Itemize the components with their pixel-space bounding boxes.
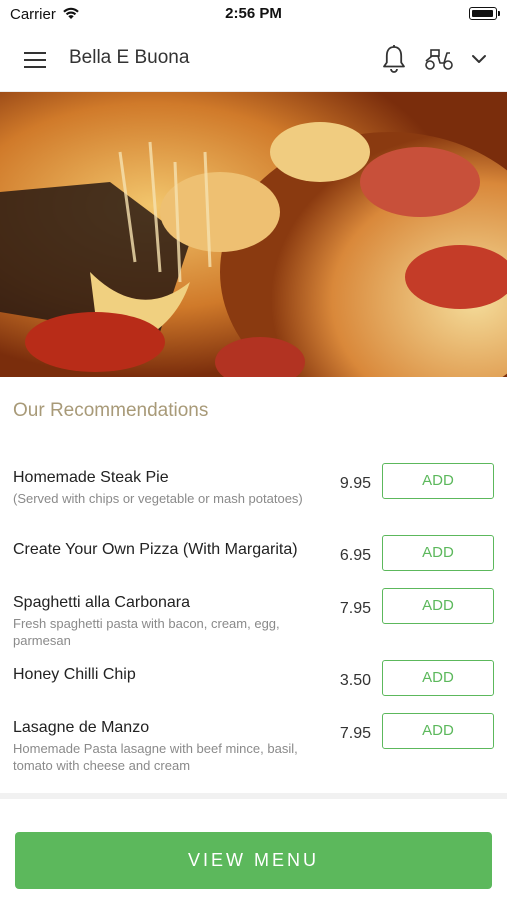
- add-button[interactable]: ADD: [382, 588, 494, 624]
- item-description: Fresh spaghetti pasta with bacon, cream,…: [13, 616, 280, 648]
- item-price: 3.50: [339, 672, 371, 689]
- item-price: 6.95: [339, 547, 371, 564]
- hero-pizza-image: [0, 92, 507, 377]
- item-description: (Served with chips or vegetable or mash …: [13, 491, 303, 506]
- status-bar: Carrier 2:56 PM: [0, 0, 507, 28]
- divider: [0, 793, 507, 799]
- item-price: 7.95: [339, 600, 371, 617]
- scooter-icon[interactable]: [423, 45, 455, 73]
- item-name: Spaghetti alla Carbonara: [13, 594, 191, 611]
- clock-time: 2:56 PM: [225, 5, 282, 22]
- recommendations-heading: Our Recommendations: [13, 400, 209, 421]
- item-price: 7.95: [339, 725, 371, 742]
- add-button[interactable]: ADD: [382, 660, 494, 696]
- item-name: Homemade Steak Pie: [13, 469, 169, 486]
- chevron-down-icon[interactable]: [468, 48, 490, 70]
- add-button[interactable]: ADD: [382, 535, 494, 571]
- bell-icon[interactable]: [380, 44, 408, 74]
- item-name: Lasagne de Manzo: [13, 719, 150, 736]
- app-header: Bella E Buona: [0, 28, 507, 92]
- item-description: Homemade Pasta lasagne with beef mince, …: [13, 741, 298, 773]
- add-button[interactable]: ADD: [382, 713, 494, 749]
- view-menu-button[interactable]: VIEW MENU: [15, 832, 492, 889]
- add-button[interactable]: ADD: [382, 463, 494, 499]
- battery-icon: [469, 7, 500, 20]
- restaurant-title: Bella E Buona: [69, 47, 190, 68]
- item-name: Honey Chilli Chip: [13, 666, 136, 683]
- item-name: Create Your Own Pizza (With Margarita): [13, 541, 298, 558]
- item-price: 9.95: [339, 475, 371, 492]
- hamburger-menu-icon[interactable]: [22, 47, 48, 73]
